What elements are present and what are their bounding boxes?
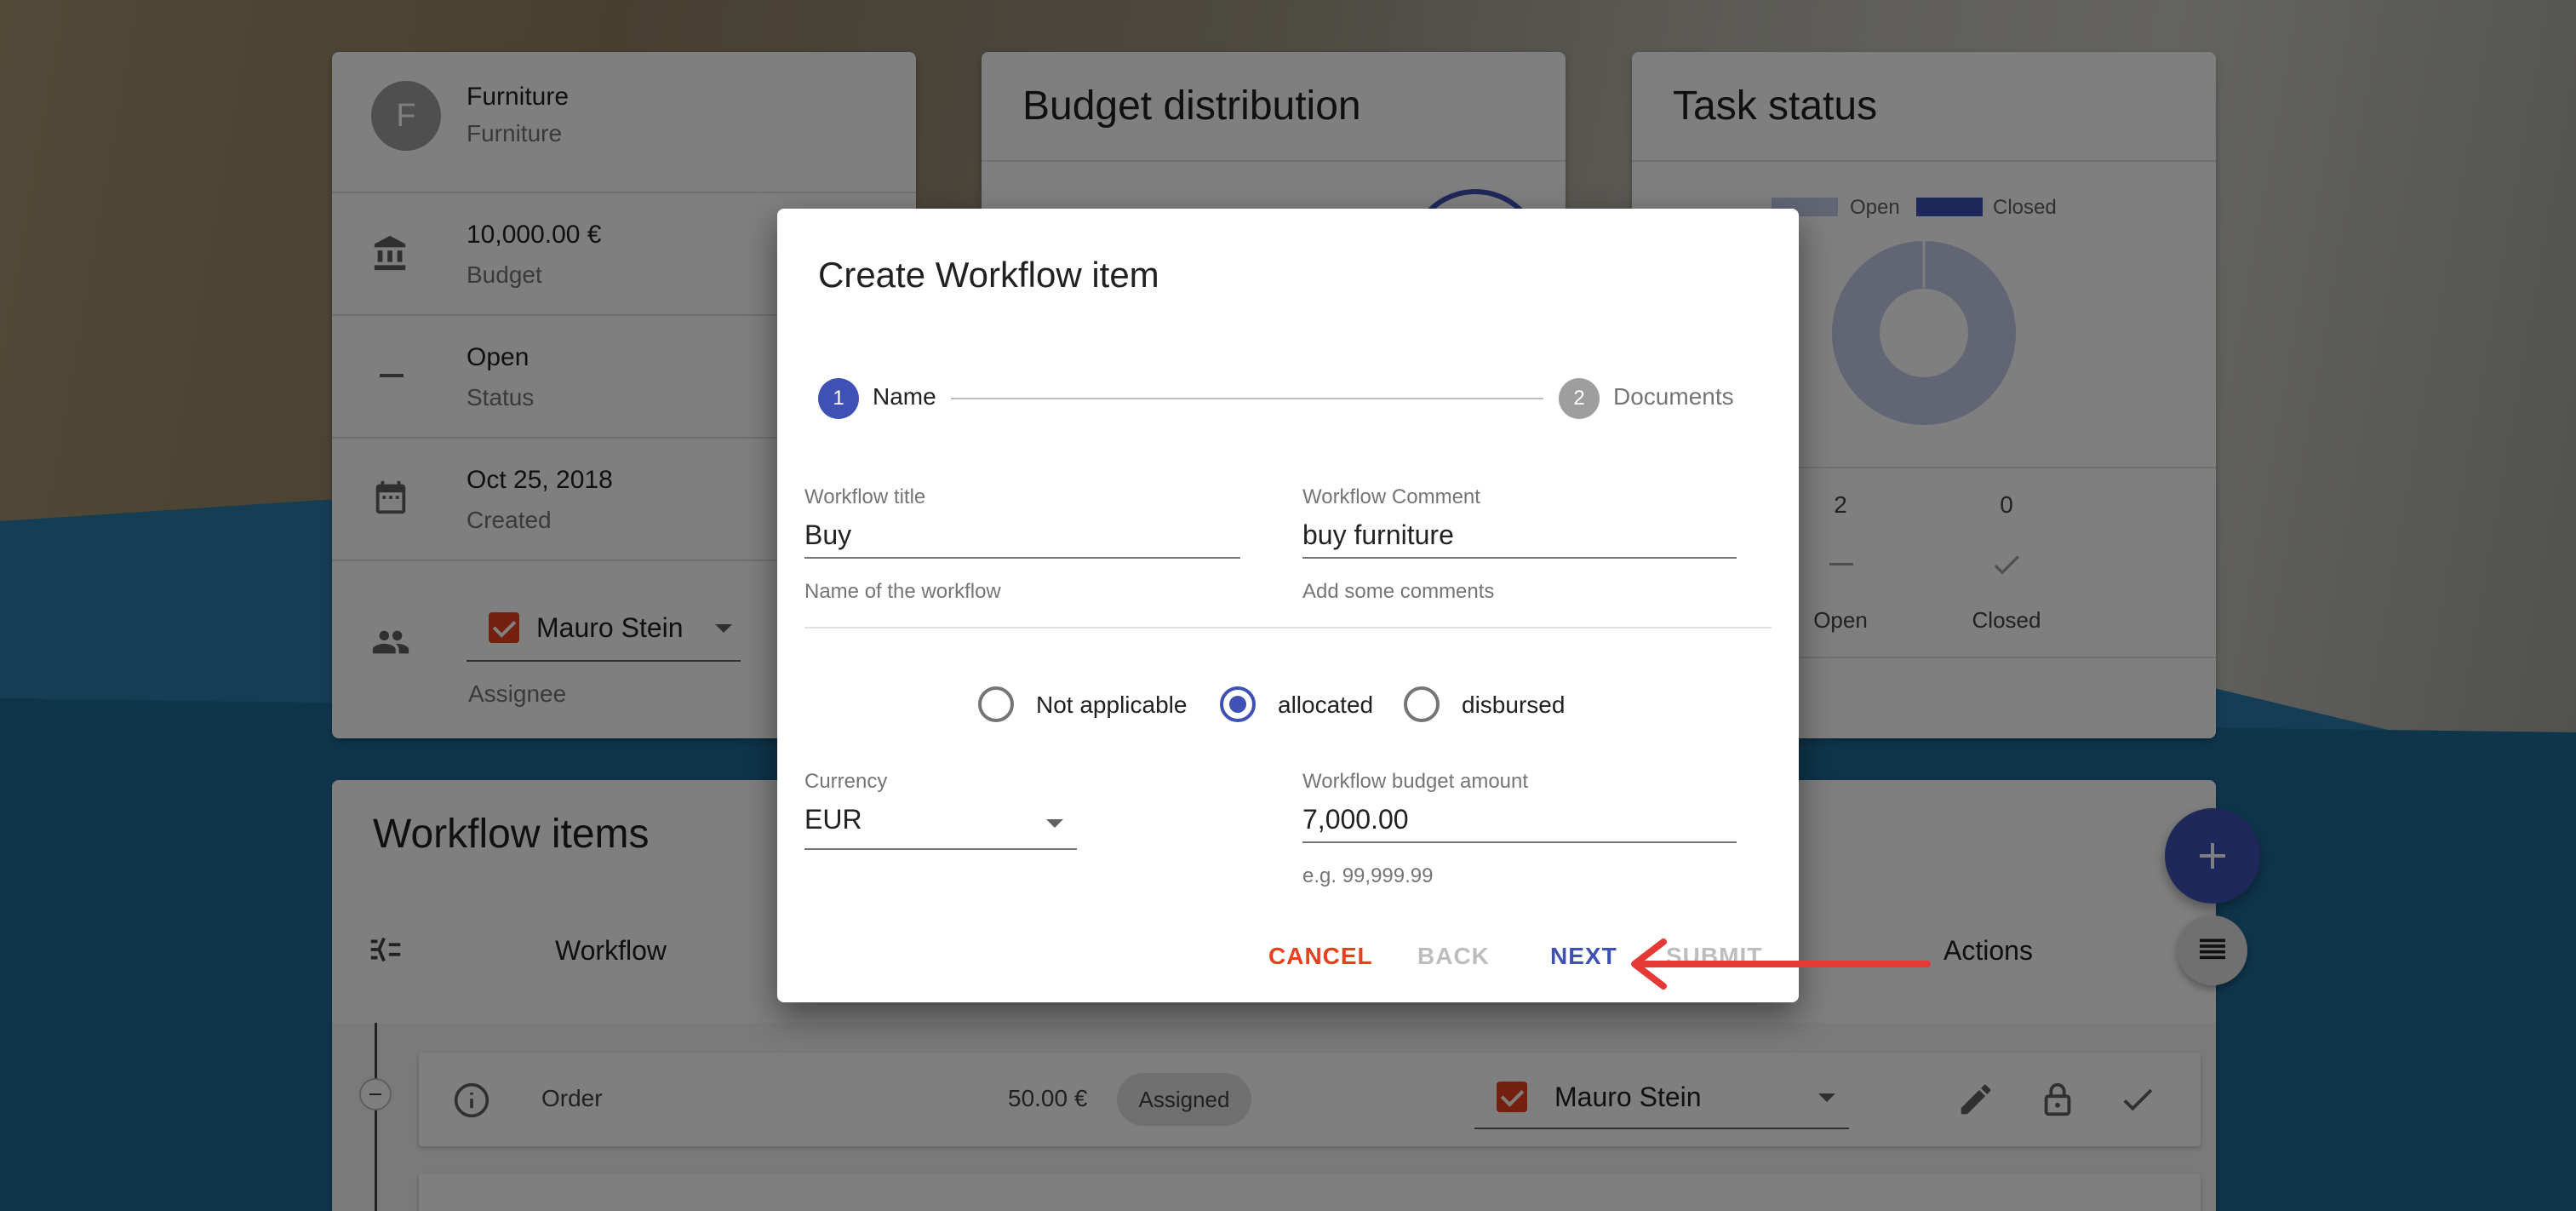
next-button[interactable]: NEXT bbox=[1550, 943, 1617, 970]
step-1-label: Name bbox=[873, 383, 936, 410]
workflow-title-helper: Name of the workflow bbox=[804, 580, 1001, 603]
workflow-comment-input[interactable] bbox=[1302, 513, 1737, 559]
radio-not-applicable[interactable] bbox=[978, 686, 1014, 722]
amount-input[interactable] bbox=[1302, 797, 1737, 843]
radio-allocated-label: allocated bbox=[1278, 692, 1374, 718]
dialog-divider bbox=[804, 627, 1772, 628]
amount-label: Workflow budget amount bbox=[1302, 770, 1529, 793]
amount-helper: e.g. 99,999.99 bbox=[1302, 864, 1434, 887]
currency-value: EUR bbox=[804, 804, 862, 835]
currency-label: Currency bbox=[804, 770, 888, 793]
step-2-label: Documents bbox=[1613, 383, 1734, 410]
step-2-indicator: 2 bbox=[1559, 378, 1600, 419]
dialog-title: Create Workflow item bbox=[818, 255, 1159, 295]
radio-disbursed-label: disbursed bbox=[1462, 692, 1566, 718]
step-1-indicator: 1 bbox=[818, 378, 859, 419]
workflow-title-input[interactable] bbox=[804, 513, 1240, 559]
workflow-title-label: Workflow title bbox=[804, 485, 926, 508]
back-button[interactable]: BACK bbox=[1417, 943, 1490, 970]
workflow-comment-label: Workflow Comment bbox=[1302, 485, 1480, 508]
create-workflow-dialog: Create Workflow item 1 Name 2 Documents … bbox=[777, 209, 1799, 1002]
radio-not-applicable-label: Not applicable bbox=[1036, 692, 1188, 718]
stepper-connector bbox=[951, 398, 1543, 399]
radio-disbursed[interactable] bbox=[1404, 686, 1440, 722]
cancel-button[interactable]: CANCEL bbox=[1268, 943, 1373, 970]
submit-button[interactable]: SUBMIT bbox=[1666, 943, 1762, 970]
radio-allocated[interactable] bbox=[1220, 686, 1256, 722]
currency-select[interactable]: EUR bbox=[804, 797, 1077, 850]
chevron-down-icon bbox=[1046, 819, 1063, 828]
workflow-comment-helper: Add some comments bbox=[1302, 580, 1495, 603]
